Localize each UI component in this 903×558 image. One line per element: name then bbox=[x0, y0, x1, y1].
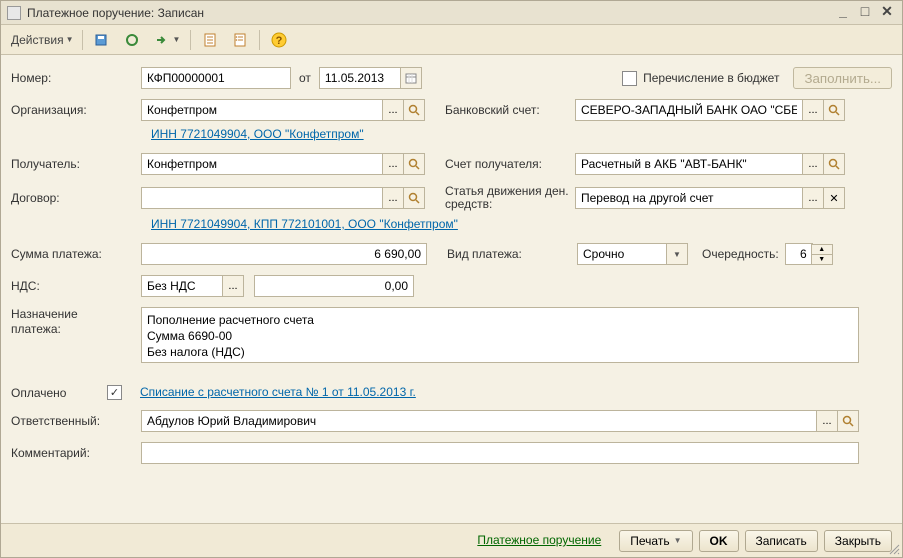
maximize-button[interactable]: □ bbox=[856, 4, 874, 22]
cashflow-input[interactable] bbox=[575, 187, 803, 209]
tb-help-icon[interactable]: ? bbox=[266, 29, 292, 51]
recipient-link[interactable]: ИНН 7721049904, КПП 772101001, ООО "Конф… bbox=[151, 217, 458, 232]
label-paid: Оплачено bbox=[11, 386, 107, 400]
toolbar-separator bbox=[82, 30, 83, 50]
payment-type-input[interactable] bbox=[577, 243, 667, 265]
recipient-select-button[interactable]: ... bbox=[382, 153, 404, 175]
close-button[interactable]: Закрыть bbox=[824, 530, 892, 552]
actions-label: Действия bbox=[11, 33, 64, 47]
recipient-input[interactable] bbox=[141, 153, 383, 175]
payment-type-dropdown-button[interactable]: ▼ bbox=[666, 243, 688, 265]
cashflow-select-button[interactable]: ... bbox=[802, 187, 824, 209]
label-organization: Организация: bbox=[11, 103, 141, 117]
paid-checkbox[interactable]: ✓ bbox=[107, 385, 122, 400]
label-recipient: Получатель: bbox=[11, 157, 141, 171]
calendar-button[interactable] bbox=[400, 67, 422, 89]
label-vat: НДС: bbox=[11, 279, 141, 293]
purpose-textarea[interactable] bbox=[141, 307, 859, 363]
tb-refresh-icon[interactable] bbox=[119, 29, 145, 51]
comment-input[interactable] bbox=[141, 442, 859, 464]
form-area: Номер: от Перечисление в бюджет Заполнит… bbox=[1, 55, 902, 523]
recipient-account-open-button[interactable] bbox=[823, 153, 845, 175]
tb-list-icon[interactable] bbox=[227, 29, 253, 51]
label-bank-account: Банковский счет: bbox=[445, 103, 575, 117]
svg-text:?: ? bbox=[276, 35, 283, 47]
toolbar-separator bbox=[259, 30, 260, 50]
vat-type-select-button[interactable]: ... bbox=[222, 275, 244, 297]
date-input[interactable] bbox=[319, 67, 401, 89]
label-payment-type: Вид платежа: bbox=[447, 247, 577, 261]
titlebar: Платежное поручение: Записан _ □ ✕ bbox=[1, 1, 902, 25]
chevron-down-icon: ▼ bbox=[674, 536, 682, 545]
label-amount: Сумма платежа: bbox=[11, 247, 141, 261]
amount-input[interactable] bbox=[141, 243, 427, 265]
budget-checkbox[interactable] bbox=[622, 71, 637, 86]
organization-select-button[interactable]: ... bbox=[382, 99, 404, 121]
organization-open-button[interactable] bbox=[403, 99, 425, 121]
actions-menu[interactable]: Действия ▼ bbox=[7, 29, 76, 51]
resize-grip[interactable] bbox=[888, 543, 900, 555]
minimize-button[interactable]: _ bbox=[834, 4, 852, 22]
recipient-account-input[interactable] bbox=[575, 153, 803, 175]
label-purpose-1: Назначение bbox=[11, 307, 78, 321]
responsible-open-button[interactable] bbox=[837, 410, 859, 432]
bank-account-input[interactable] bbox=[575, 99, 803, 121]
toolbar: Действия ▼ ▼ ? bbox=[1, 25, 902, 55]
contract-select-button[interactable]: ... bbox=[382, 187, 404, 209]
toolbar-separator bbox=[190, 30, 191, 50]
window-title: Платежное поручение: Записан bbox=[27, 6, 830, 20]
document-icon bbox=[7, 6, 21, 20]
bank-account-open-button[interactable] bbox=[823, 99, 845, 121]
priority-input[interactable] bbox=[785, 243, 813, 265]
recipient-open-button[interactable] bbox=[403, 153, 425, 175]
responsible-select-button[interactable]: ... bbox=[816, 410, 838, 432]
priority-down-button[interactable]: ▼ bbox=[811, 254, 833, 265]
contract-input[interactable] bbox=[141, 187, 383, 209]
label-purpose: Назначение платежа: bbox=[11, 307, 141, 337]
label-cashflow: Статья движения ден. средств: bbox=[445, 185, 575, 211]
responsible-input[interactable] bbox=[141, 410, 817, 432]
ok-button[interactable]: OK bbox=[699, 530, 739, 552]
cashflow-clear-button[interactable]: ✕ bbox=[823, 187, 845, 209]
fill-button[interactable]: Заполнить... bbox=[793, 67, 892, 89]
vat-amount-input[interactable] bbox=[254, 275, 414, 297]
number-input[interactable] bbox=[141, 67, 291, 89]
organization-link[interactable]: ИНН 7721049904, ООО "Конфетпром" bbox=[151, 127, 364, 142]
bank-account-select-button[interactable]: ... bbox=[802, 99, 824, 121]
label-comment: Комментарий: bbox=[11, 446, 141, 460]
tb-basedon-icon[interactable]: ▼ bbox=[149, 29, 185, 51]
label-purpose-2: платежа: bbox=[11, 322, 61, 336]
print-button[interactable]: Печать ▼ bbox=[619, 530, 692, 552]
label-recipient-account: Счет получателя: bbox=[445, 157, 575, 171]
vat-type-input[interactable] bbox=[141, 275, 223, 297]
label-number: Номер: bbox=[11, 71, 141, 85]
contract-open-button[interactable] bbox=[403, 187, 425, 209]
paid-link[interactable]: Списание с расчетного счета № 1 от 11.05… bbox=[140, 385, 416, 400]
chevron-down-icon: ▼ bbox=[173, 35, 181, 44]
label-contract: Договор: bbox=[11, 191, 141, 205]
label-to-budget: Перечисление в бюджет bbox=[643, 71, 779, 85]
payorder-link[interactable]: Платежное поручение bbox=[477, 533, 601, 548]
close-window-button[interactable]: ✕ bbox=[878, 4, 896, 22]
save-button[interactable]: Записать bbox=[745, 530, 818, 552]
recipient-account-select-button[interactable]: ... bbox=[802, 153, 824, 175]
organization-input[interactable] bbox=[141, 99, 383, 121]
tb-report-icon[interactable] bbox=[197, 29, 223, 51]
chevron-down-icon: ▼ bbox=[66, 35, 74, 44]
label-priority: Очередность: bbox=[702, 247, 779, 261]
label-responsible: Ответственный: bbox=[11, 414, 141, 428]
tb-save-icon[interactable] bbox=[89, 29, 115, 51]
label-from: от bbox=[299, 71, 311, 85]
footer: Платежное поручение Печать ▼ OK Записать… bbox=[1, 523, 902, 557]
print-label: Печать bbox=[630, 534, 669, 548]
